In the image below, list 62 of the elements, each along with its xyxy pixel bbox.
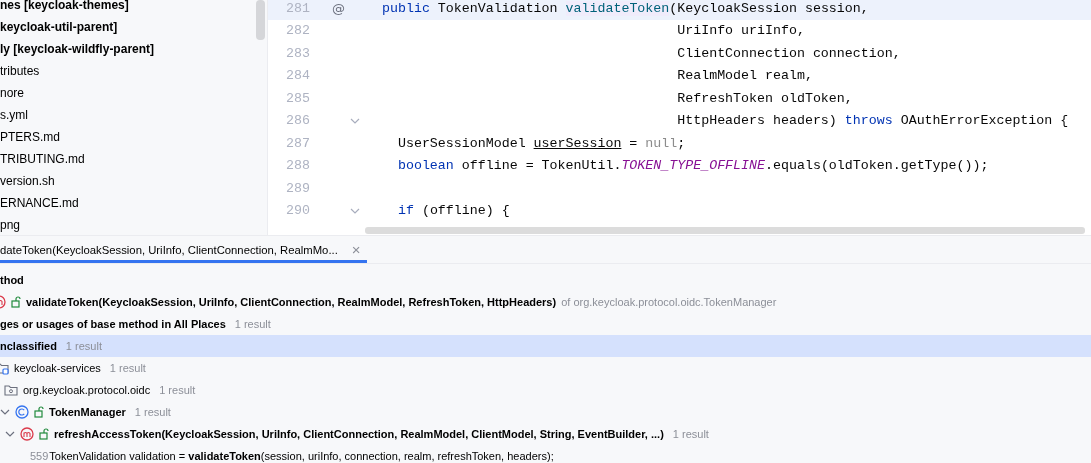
line-number: 285 xyxy=(285,90,310,106)
folder-icon xyxy=(4,383,18,397)
horizontal-scrollbar[interactable] xyxy=(365,227,1085,234)
usage-line[interactable]: TokenValidation validation = validateToken(session, uriInfo, connection, realm, refreshToken, headers); xyxy=(49,450,554,462)
code-line: RefreshToken oldToken, xyxy=(677,90,853,106)
line-number: 289 xyxy=(285,180,310,196)
line-number: 286 xyxy=(285,113,310,129)
tree-item[interactable]: png xyxy=(0,214,21,235)
package-label[interactable]: org.keycloak.protocol.oidc xyxy=(23,384,151,396)
code-line: UriInfo uriInfo, xyxy=(677,23,805,39)
tree-item[interactable]: ERNANCE.md xyxy=(0,192,79,214)
gutter-icon[interactable]: @ xyxy=(332,0,350,16)
code-line: boolean offline = TokenUtil.TOKEN_TYPE_OFFLINE.equals(oldToken.getType()); xyxy=(397,158,989,174)
tree-item[interactable]: keycloak-util-parent] xyxy=(0,16,118,38)
group-label[interactable]: ges or usages of base method in All Places xyxy=(0,318,226,330)
line-number: 282 xyxy=(285,23,310,39)
result-count: 1 result xyxy=(134,406,171,418)
result-count: 1 result xyxy=(672,428,709,440)
lock-icon xyxy=(34,406,44,418)
module-label[interactable]: keycloak-services xyxy=(14,362,101,374)
code-line: HttpHeaders headers) throws OAuthErrorException { xyxy=(677,113,1069,129)
tree-item[interactable]: s.yml xyxy=(0,104,28,126)
scrollbar-thumb[interactable] xyxy=(256,0,265,40)
tree-item[interactable]: nes [keycloak-themes] xyxy=(0,0,129,16)
location-text: of org.keycloak.protocol.oidc.TokenManager xyxy=(561,296,777,308)
line-number: 281 xyxy=(285,0,310,16)
class-label[interactable]: TokenManager xyxy=(49,406,126,418)
code-line: UserSessionModel userSession = null; xyxy=(397,135,686,151)
chevron-down-icon[interactable] xyxy=(5,431,15,437)
group-label[interactable]: thod xyxy=(0,274,24,286)
selected-row-highlight[interactable]: nclassified 1 result xyxy=(0,335,1091,357)
tree-item[interactable]: PTERS.md xyxy=(0,126,60,148)
fold-chevron-icon[interactable] xyxy=(350,207,360,214)
class-icon xyxy=(15,405,29,419)
tree-item[interactable]: tributes xyxy=(0,60,40,82)
result-count: 1 result xyxy=(65,340,102,352)
code-line: public TokenValidation validateToken(KeycloakSession session, xyxy=(382,0,869,16)
fold-chevron-icon[interactable] xyxy=(350,117,360,124)
lock-icon xyxy=(11,296,21,308)
chevron-down-icon[interactable] xyxy=(0,409,10,415)
code-line: ClientConnection connection, xyxy=(677,45,901,61)
result-count: 1 result xyxy=(159,384,196,396)
line-number: 283 xyxy=(285,45,310,61)
method-icon xyxy=(20,427,34,441)
method-label[interactable]: refreshAccessToken(KeycloakSession, UriInfo, ClientConnection, RealmModel, ClientModel, String, EventBuilder, ...) xyxy=(54,428,664,440)
code-line: if (offline) { xyxy=(397,203,510,219)
method-label[interactable]: validateToken(KeycloakSession, UriInfo, ClientConnection, RealmModel, RefreshToken, HttpHeaders) xyxy=(26,296,557,308)
code-line: RealmModel realm, xyxy=(677,68,813,84)
lock-icon xyxy=(39,428,49,440)
tree-item[interactable]: version.sh xyxy=(0,170,55,192)
result-count: 1 result xyxy=(109,362,146,374)
line-number: 288 xyxy=(285,158,310,174)
tree-item[interactable]: ly [keycloak-wildfly-parent] xyxy=(0,38,155,60)
result-count: 1 result xyxy=(234,318,271,330)
group-label[interactable]: nclassified xyxy=(0,340,57,352)
line-number: 284 xyxy=(285,68,310,84)
line-number: 290 xyxy=(285,203,310,219)
line-number: 559 xyxy=(30,450,49,462)
tab[interactable]: dateToken(KeycloakSession, UriInfo, ClientConnection, RealmMo... × xyxy=(0,236,367,263)
tree-item[interactable]: nore xyxy=(0,82,25,104)
tree-item[interactable]: TRIBUTING.md xyxy=(0,148,85,170)
line-number: 287 xyxy=(285,135,310,151)
